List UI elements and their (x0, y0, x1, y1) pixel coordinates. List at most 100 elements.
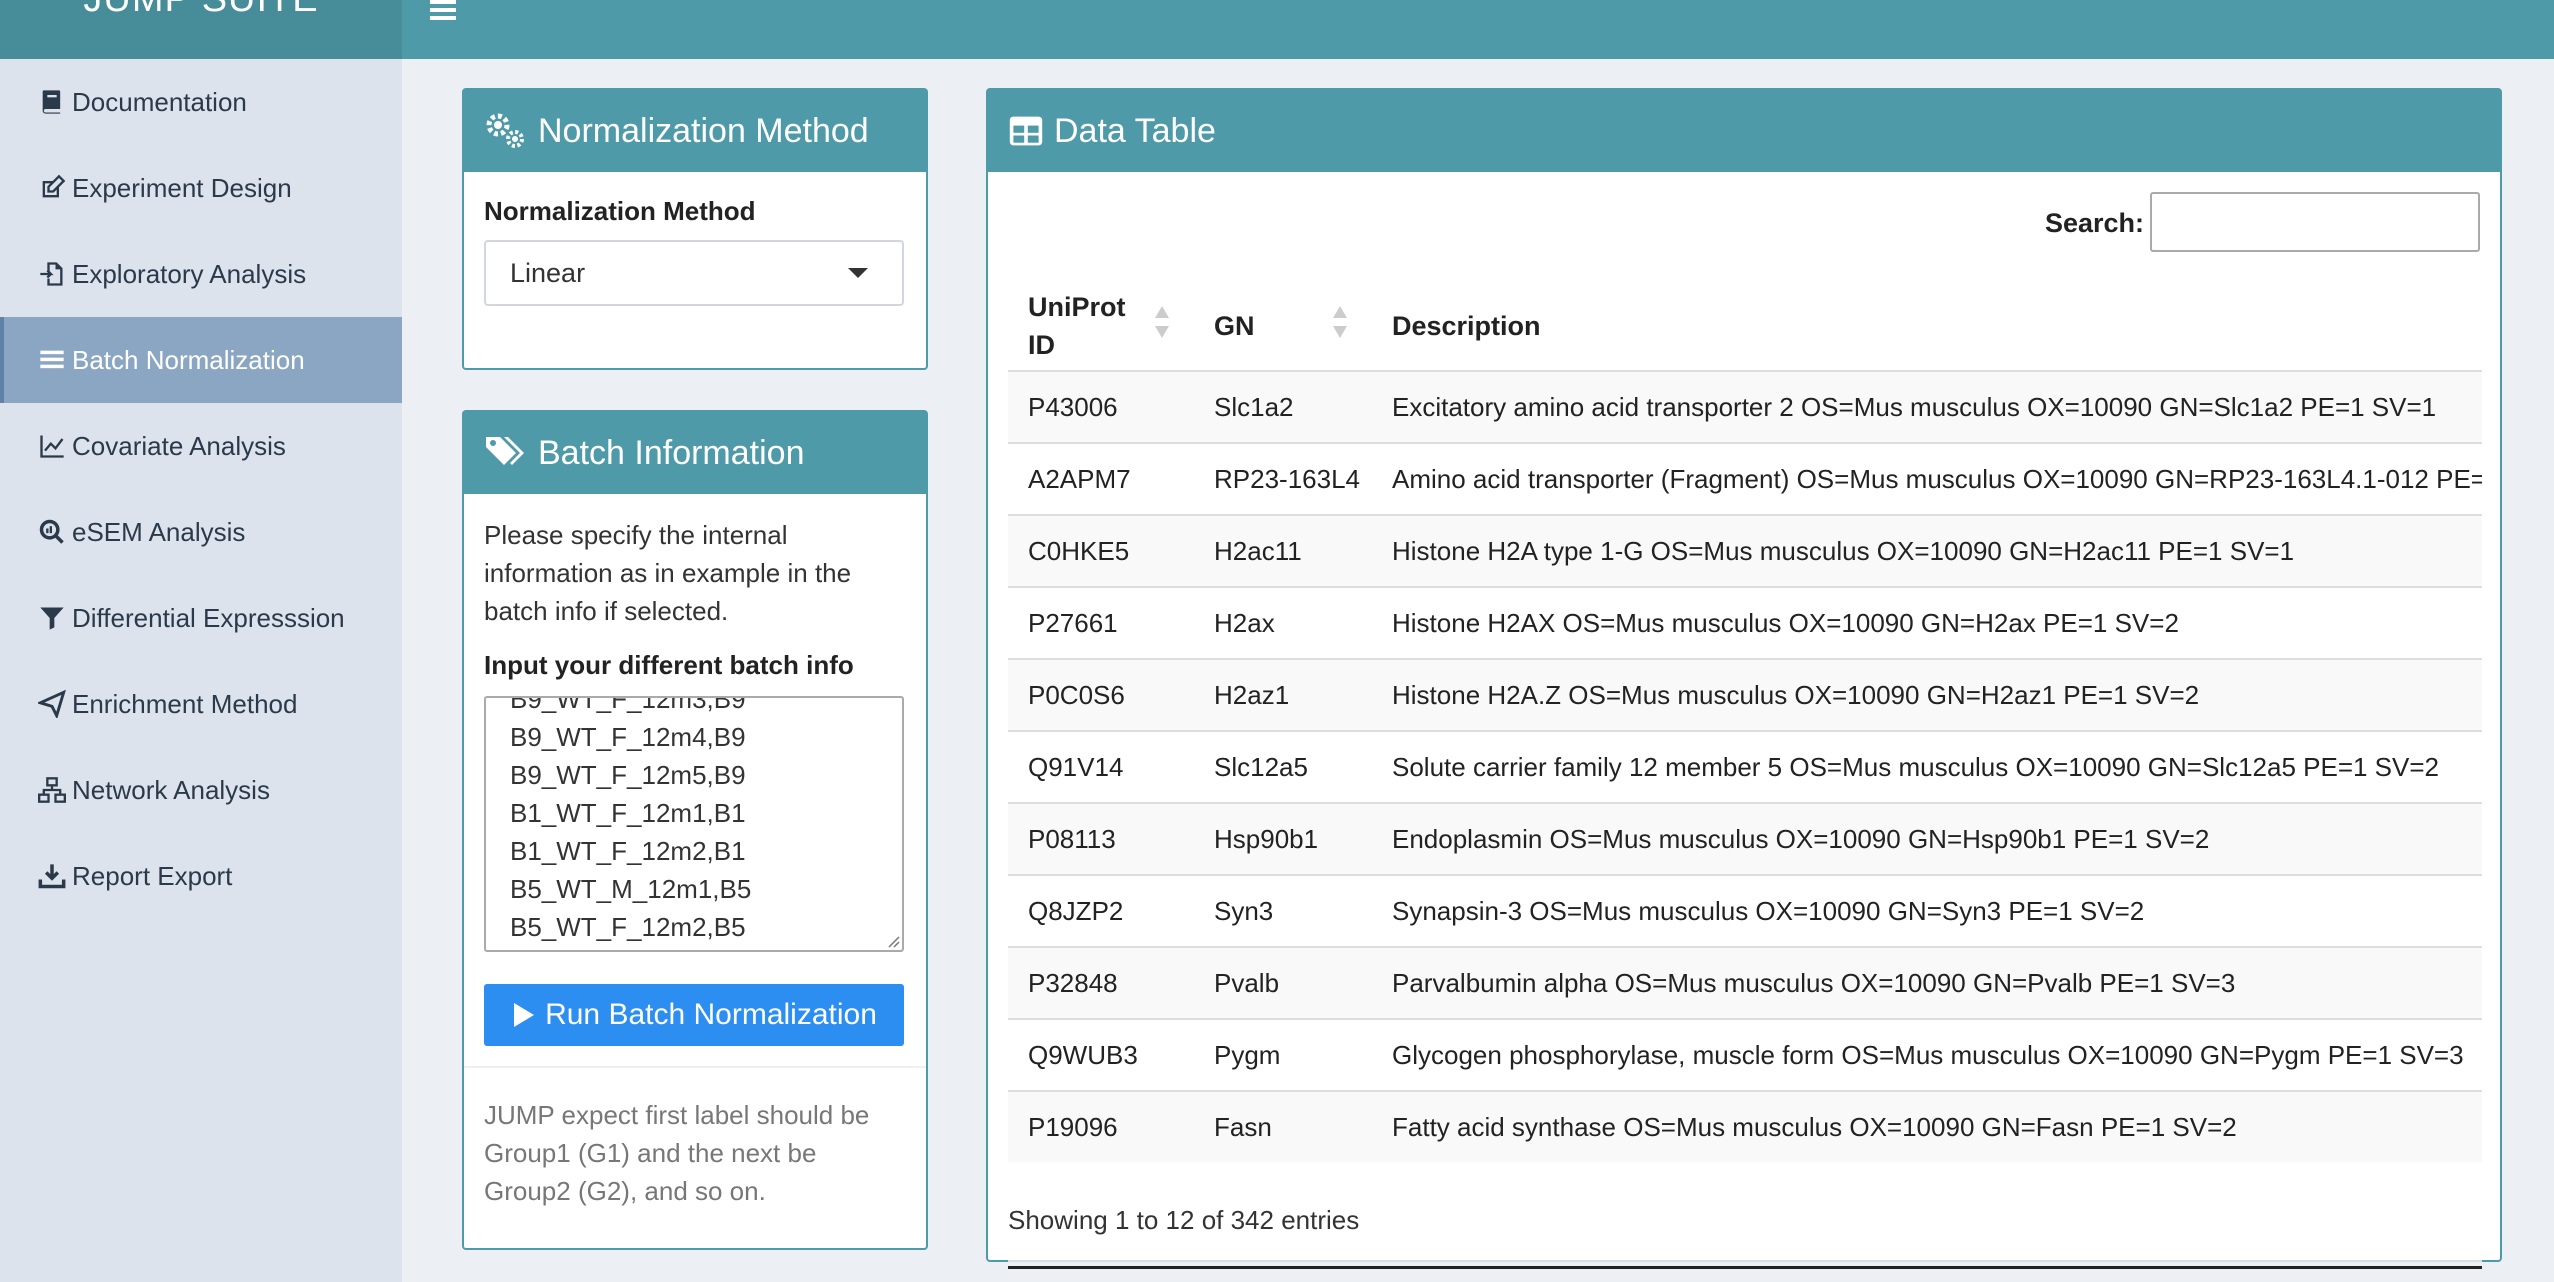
file-import-icon (36, 260, 68, 288)
sidebar-item-exploratory-analysis[interactable]: Exploratory Analysis (0, 231, 402, 317)
table-row[interactable]: P0C0S6 H2az1 Histone H2A.Z OS=Mus muscul… (1008, 658, 2482, 730)
textarea-line: B9_WT_F_12m4,B9 (510, 722, 746, 752)
table-info: Showing 1 to 12 of 342 entries (1008, 1205, 1360, 1235)
cell-uniprot-id: Q91V14 (1028, 752, 1124, 782)
table-row[interactable]: P32848 Pvalb Parvalbumin alpha OS=Mus mu… (1008, 946, 2482, 1018)
normalization-method-label: Normalization Method (484, 196, 756, 226)
textarea-line: B5_WT_M_12m1,B5 (510, 874, 752, 904)
batch-footer-note: JUMP expect first label should be Group1… (484, 1100, 870, 1206)
cell-description: Excitatory amino acid transporter 2 OS=M… (1392, 392, 2437, 422)
table-row[interactable]: A2APM7 RP23-163L4 Amino acid transporter… (1008, 442, 2482, 514)
search-input[interactable] (2150, 192, 2480, 252)
textarea-line: B9_WT_F_12m5,B9 (510, 760, 746, 790)
table-row[interactable]: Q9WUB3 Pygm Glycogen phosphorylase, musc… (1008, 1018, 2482, 1090)
hamburger-menu-icon[interactable] (430, 0, 458, 22)
batch-help-text: Please specify the internal information … (484, 520, 852, 626)
app-logo[interactable]: JUMP SUITE (0, 0, 402, 59)
cell-uniprot-id: P08113 (1028, 824, 1116, 854)
cell-description: Glycogen phosphorylase, muscle form OS=M… (1392, 1040, 2464, 1070)
play-icon (514, 1003, 535, 1027)
book-icon (36, 88, 68, 116)
table-row[interactable]: P08113 Hsp90b1 Endoplasmin OS=Mus muscul… (1008, 802, 2482, 874)
cell-uniprot-id: P19096 (1028, 1112, 1118, 1142)
app-title: JUMP SUITE (0, 0, 402, 18)
box-header: Normalization Method (464, 90, 926, 172)
cell-uniprot-id: A2APM7 (1028, 464, 1131, 494)
cell-description: Histone H2A.Z OS=Mus musculus OX=10090 G… (1392, 680, 2200, 710)
filter-icon (36, 604, 68, 632)
sidebar-item-network-analysis[interactable]: Network Analysis (0, 747, 402, 833)
cell-description: Solute carrier family 12 member 5 OS=Mus… (1392, 752, 2440, 782)
cell-gn: Pygm (1214, 1040, 1281, 1070)
search-label: Search: (2044, 208, 2144, 238)
batch-info-label: Input your different batch info (484, 650, 854, 680)
sidebar-item-label: Batch Normalization (72, 344, 305, 375)
sidebar-item-label: Enrichment Method (72, 688, 298, 719)
cell-gn: RP23-163L4 (1214, 464, 1360, 494)
cell-description: Parvalbumin alpha OS=Mus musculus OX=100… (1392, 968, 2236, 998)
divider (464, 1066, 926, 1068)
box-title: Data Table (1054, 111, 1216, 150)
run-batch-normalization-button[interactable]: Run Batch Normalization (484, 984, 904, 1046)
cell-uniprot-id: C0HKE5 (1028, 536, 1130, 566)
cell-uniprot-id: P32848 (1028, 968, 1118, 998)
sidebar-item-report-export[interactable]: Report Export (0, 833, 402, 919)
table-row[interactable]: Q91V14 Slc12a5 Solute carrier family 12 … (1008, 730, 2482, 802)
cell-description: Histone H2AX OS=Mus musculus OX=10090 GN… (1392, 608, 2179, 638)
resize-handle-icon[interactable] (886, 934, 900, 948)
cell-uniprot-id: Q9WUB3 (1028, 1040, 1138, 1070)
textarea-line: B9_WT_F_12m3,B9 (510, 696, 746, 714)
sidebar: Documentation Experiment Design Explorat… (0, 59, 402, 1282)
table-bottom-border (1008, 1266, 2482, 1269)
cell-uniprot-id: P43006 (1028, 392, 1118, 422)
cogs-icon (486, 113, 524, 148)
sidebar-item-esem-analysis[interactable]: eSEM Analysis (0, 489, 402, 575)
table-row[interactable]: C0HKE5 H2ac11 Histone H2A type 1-G OS=Mu… (1008, 514, 2482, 586)
sidebar-item-documentation[interactable]: Documentation (0, 59, 402, 145)
download-icon (36, 862, 68, 890)
table-row[interactable]: P19096 Fasn Fatty acid synthase OS=Mus m… (1008, 1090, 2482, 1162)
normalization-method-select[interactable]: Linear (484, 240, 904, 306)
cell-description: Fatty acid synthase OS=Mus musculus OX=1… (1392, 1112, 2237, 1142)
sidebar-item-batch-normalization[interactable]: Batch Normalization (0, 317, 402, 403)
sidebar-item-label: Differential Expresssion (72, 602, 345, 633)
cell-description: Synapsin-3 OS=Mus musculus OX=10090 GN=S… (1392, 896, 2145, 926)
cell-gn: H2ac11 (1214, 536, 1302, 566)
sidebar-item-label: Network Analysis (72, 774, 270, 805)
sidebar-item-enrichment-method[interactable]: Enrichment Method (0, 661, 402, 747)
batch-information-box: Batch Information Please specify the int… (462, 410, 928, 1250)
cell-uniprot-id: Q8JZP2 (1028, 896, 1124, 926)
button-label: Run Batch Normalization (545, 998, 877, 1031)
cell-description: Histone H2A type 1-G OS=Mus musculus OX=… (1392, 536, 2295, 566)
cell-gn: Slc12a5 (1214, 752, 1308, 782)
cell-gn: H2az1 (1214, 680, 1290, 710)
caret-down-icon (848, 268, 868, 278)
search-chart-icon (36, 518, 68, 546)
sidebar-item-label: Exploratory Analysis (72, 258, 307, 289)
sort-icon[interactable] (1332, 304, 1348, 340)
table-row[interactable]: Q8JZP2 Syn3 Synapsin-3 OS=Mus musculus O… (1008, 874, 2482, 946)
select-value: Linear (510, 257, 586, 288)
box-title: Batch Information (538, 433, 805, 472)
textarea-line: B1_WT_F_12m1,B1 (510, 798, 746, 828)
textarea-line: B5_WT_F_12m2,B5 (510, 912, 746, 942)
sidebar-item-experiment-design[interactable]: Experiment Design (0, 145, 402, 231)
top-bar: JUMP SUITE (0, 0, 2554, 59)
cell-gn: Slc1a2 (1214, 392, 1294, 422)
sidebar-item-label: Documentation (72, 86, 247, 117)
sidebar-item-differential-expression[interactable]: Differential Expresssion (0, 575, 402, 661)
sort-icon[interactable] (1154, 304, 1170, 340)
table-row[interactable]: P27661 H2ax Histone H2AX OS=Mus musculus… (1008, 586, 2482, 658)
cell-uniprot-id: P27661 (1028, 608, 1118, 638)
cell-description: Endoplasmin OS=Mus musculus OX=10090 GN=… (1392, 824, 2210, 854)
box-header: Data Table (988, 90, 2500, 172)
cell-uniprot-id: P0C0S6 (1028, 680, 1125, 710)
sidebar-item-label: Report Export (72, 860, 233, 891)
cell-gn: Hsp90b1 (1214, 824, 1319, 854)
sidebar-item-covariate-analysis[interactable]: Covariate Analysis (0, 403, 402, 489)
table-row[interactable]: P43006 Slc1a2 Excitatory amino acid tran… (1008, 370, 2482, 442)
table-header: UniProt ID GN Description (1008, 274, 2482, 373)
table-icon (1009, 116, 1043, 146)
cell-gn: Syn3 (1214, 896, 1274, 926)
batch-info-textarea[interactable]: B9_WT_F_12m3,B9 B9_WT_F_12m4,B9 B9_WT_F_… (484, 696, 904, 952)
